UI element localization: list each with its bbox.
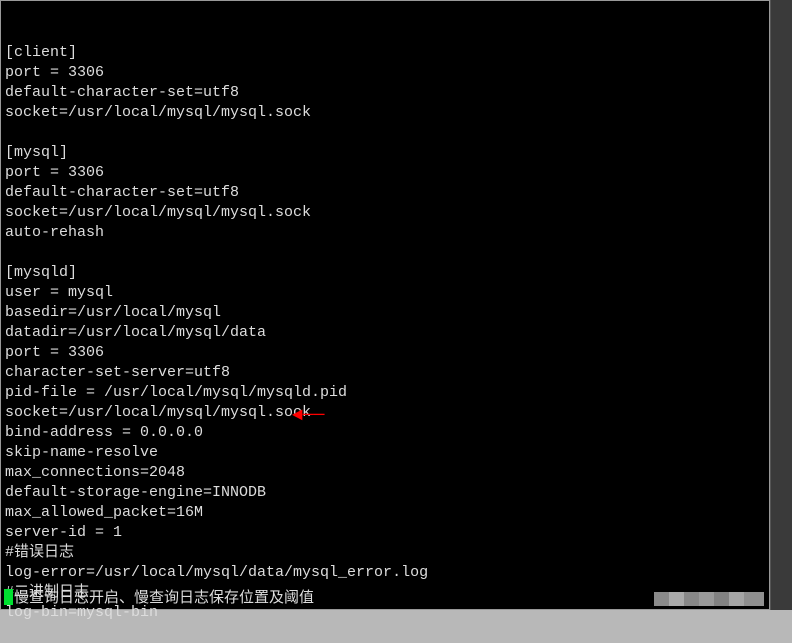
terminal-window: [client] port = 3306 default-character-s… [0, 0, 770, 610]
censored-watermark [654, 592, 764, 606]
config-text: [client] port = 3306 default-character-s… [5, 43, 765, 623]
last-line-text: 慢查询日志开启、慢查询日志保存位置及阈值 [14, 589, 314, 609]
vertical-scrollbar[interactable] [770, 0, 792, 610]
text-cursor [4, 589, 13, 605]
